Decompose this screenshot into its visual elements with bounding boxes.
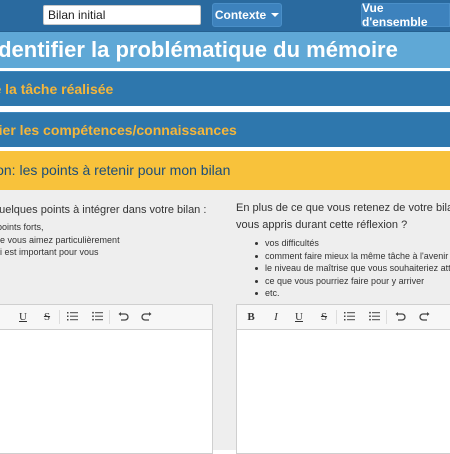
numbered-list-icon[interactable] [342, 309, 356, 325]
left-prompt-text: quelques points à intégrer dans votre bi… [0, 204, 207, 216]
underline-button[interactable]: U [17, 309, 29, 325]
step-reflection-active[interactable]: xion: les points à retenir pour mon bila… [0, 151, 450, 190]
left-hints-list: s points forts, que vous aimez particuli… [0, 221, 225, 271]
step-task-description[interactable]: re la tâche réalisée [0, 71, 450, 106]
redo-icon[interactable] [417, 309, 431, 325]
italic-button[interactable]: I [270, 309, 282, 325]
overview-button-label: Vue d'ensemble [362, 1, 428, 29]
toolbar-divider [109, 310, 110, 324]
list-item: que vous aimez particulièrement [0, 234, 120, 245]
right-prompt: En plus de ce que vous retenez de votre … [236, 200, 450, 234]
step-label: re la tâche réalisée [0, 81, 114, 97]
underline-button[interactable]: U [293, 309, 305, 325]
right-prompt-line: vous appris durant cette réflexion ? [236, 219, 408, 231]
right-prompt-line: En plus de ce que vous retenez de votre … [236, 202, 450, 214]
list-item: s points forts, [0, 222, 44, 232]
left-editor-text-area[interactable] [0, 330, 212, 453]
redo-icon[interactable] [139, 309, 153, 325]
undo-icon[interactable] [116, 309, 130, 325]
step-label: xion: les points à retenir pour mon bila… [0, 162, 231, 178]
context-button-label: Contexte [214, 8, 267, 22]
top-navbar: Contexte Vue d'ensemble [0, 0, 450, 32]
list-item: le niveau de maîtrise que vous souhaiter… [255, 262, 450, 275]
bullet-list-icon[interactable] [90, 309, 104, 325]
step-label: fier les compétences/connaissances [0, 122, 237, 138]
list-item: vos difficultés [255, 237, 450, 250]
list-item: etc. [255, 287, 450, 300]
editor-toolbar: B I U S [237, 305, 450, 330]
toolbar-divider [336, 310, 337, 324]
list-item: comment faire mieux la même tâche à l'av… [255, 250, 450, 263]
document-title-input[interactable] [43, 5, 201, 25]
bold-button[interactable]: B [245, 309, 257, 325]
list-item: qui est important pour vous [0, 247, 99, 257]
toolbar-divider [386, 310, 387, 324]
right-hints-list: vos difficultés comment faire mieux la m… [255, 237, 450, 300]
strikethrough-button[interactable]: S [318, 309, 330, 325]
overview-button[interactable]: Vue d'ensemble [361, 1, 450, 29]
list-item: . [0, 259, 215, 272]
right-rich-text-editor: B I U S [236, 304, 450, 454]
toolbar-divider [59, 310, 60, 324]
chevron-down-icon [271, 13, 280, 17]
left-prompt: quelques points à intégrer dans votre bi… [0, 202, 218, 219]
page-title: Identifier la problématique du mémoire [0, 32, 450, 68]
undo-icon[interactable] [393, 309, 407, 325]
right-editor-text-area[interactable] [237, 330, 450, 453]
context-dropdown-button[interactable]: Contexte [212, 3, 282, 27]
strikethrough-button[interactable]: S [41, 309, 53, 325]
list-item: ce que vous pourriez faire pour y arrive… [255, 275, 450, 288]
page-title-text: Identifier la problématique du mémoire [0, 37, 398, 62]
editor-toolbar: U S [0, 305, 212, 330]
bullet-list-icon[interactable] [367, 309, 381, 325]
step-skills-knowledge[interactable]: fier les compétences/connaissances [0, 112, 450, 147]
left-rich-text-editor: U S [0, 304, 213, 454]
numbered-list-icon[interactable] [65, 309, 79, 325]
